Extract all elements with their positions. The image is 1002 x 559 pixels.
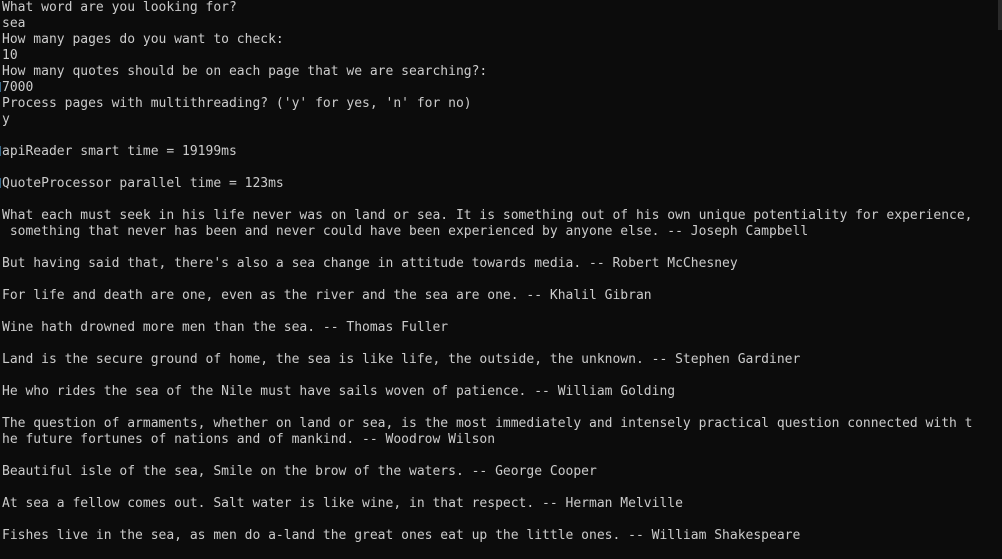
input-pages: 10 (2, 48, 18, 63)
quote-line: Beautiful isle of the sea, Smile on the … (2, 464, 597, 479)
prompt-word: What word are you looking for? (2, 0, 237, 15)
quote-line: Fishes live in the sea, as men do a-land… (2, 528, 801, 543)
input-multithreading: y (2, 112, 10, 127)
console-output: What word are you looking for? sea How m… (2, 0, 996, 544)
line-marker (0, 82, 1, 92)
quote-processor-time: QuoteProcessor parallel time = 123ms (2, 176, 284, 191)
prompt-quotes-per-page: How many quotes should be on each page t… (2, 64, 488, 79)
api-reader-time: apiReader smart time = 19199ms (2, 144, 237, 159)
quote-line: The question of armaments, whether on la… (2, 416, 973, 431)
quote-line: But having said that, there's also a sea… (2, 256, 738, 271)
console-window[interactable]: What word are you looking for? sea How m… (0, 0, 1002, 559)
input-word: sea (2, 16, 26, 31)
quote-line: At sea a fellow comes out. Salt water is… (2, 496, 683, 511)
prompt-pages: How many pages do you want to check: (2, 32, 284, 47)
quote-line: For life and death are one, even as the … (2, 288, 652, 303)
quote-line: something that never has been and never … (2, 224, 809, 239)
quote-line: He who rides the sea of the Nile must ha… (2, 384, 676, 399)
quote-line: Wine hath drowned more men than the sea.… (2, 320, 449, 335)
input-quotes-per-page: 7000 (2, 80, 34, 95)
vertical-scrollbar[interactable] (996, 0, 1002, 559)
scroll-thumb[interactable] (998, 0, 1002, 30)
line-marker (0, 178, 1, 188)
quote-line: Land is the secure ground of home, the s… (2, 352, 801, 367)
quote-line: he future fortunes of nations and of man… (2, 432, 496, 447)
quote-line: What each must seek in his life never wa… (2, 208, 973, 223)
prompt-multithreading: Process pages with multithreading? ('y' … (2, 96, 472, 111)
line-marker (0, 146, 1, 156)
